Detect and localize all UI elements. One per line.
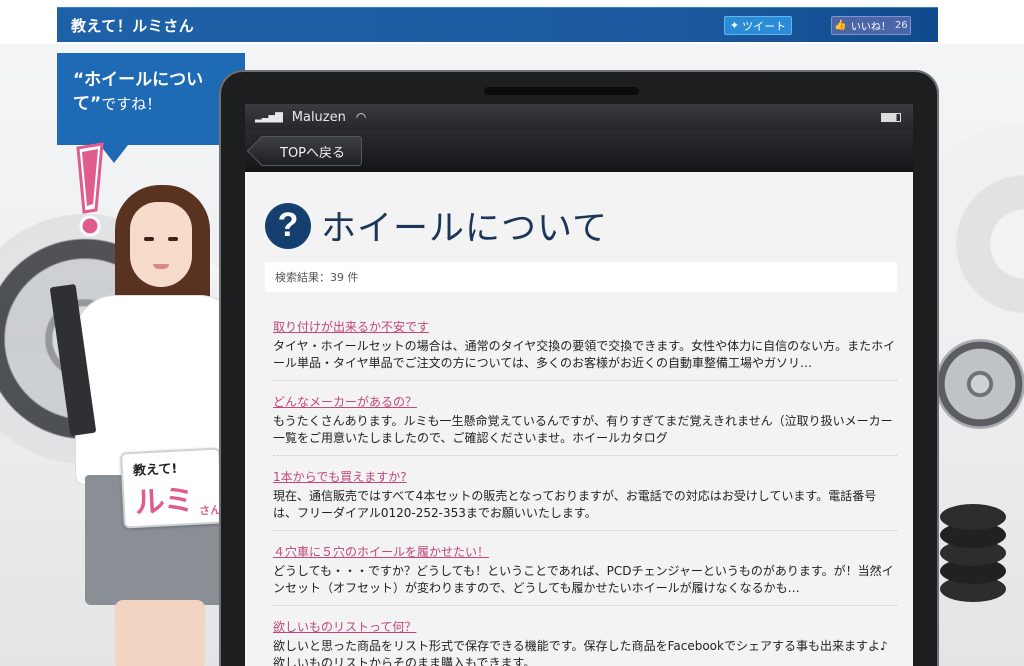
speech-bubble: “ホイールについて”ですね！ — [57, 53, 245, 145]
back-arrow-icon — [246, 136, 276, 166]
content-screen: ? ホイールについて 検索結果：39 件 取り付けが出来るか不安です タイヤ・ホ… — [245, 172, 913, 666]
page-title: ホイールについて — [321, 209, 608, 249]
twitter-bird-icon: ✦ — [729, 19, 740, 32]
rim-illustration — [935, 339, 1024, 429]
faq-answer: 欲しいと思った商品をリスト形式で保存できる機能です。保存した商品をFaceboo… — [273, 639, 888, 666]
search-result-count: 検索結果：39 件 — [265, 262, 897, 292]
like-label: いいね！ — [850, 22, 891, 33]
mouth — [153, 264, 169, 269]
tweet-label: ツイート — [742, 19, 787, 33]
like-button[interactable]: 👍 いいね！ 26 — [831, 16, 911, 35]
faq-answer: どうしても・・・ですか？どうしても！ということであれば、PCDチェンジャーという… — [273, 564, 894, 595]
wifi-icon: ◠ — [355, 110, 367, 124]
faq-list: 取り付けが出来るか不安です タイヤ・ホイールセットの場合は、通常のタイヤ交換の要… — [273, 312, 897, 666]
page-heading: ? ホイールについて — [265, 200, 608, 251]
faq-question-link[interactable]: どんなメーカーがあるの？ — [273, 393, 897, 410]
site-title[interactable]: 教えて！ルミさん — [71, 15, 194, 36]
faq-answer: タイヤ・ホイールセットの場合は、通常のタイヤ交換の要領で交換できます。女性や体力… — [273, 339, 896, 370]
faq-item: 取り付けが出来るか不安です タイヤ・ホイールセットの場合は、通常のタイヤ交換の要… — [273, 312, 897, 381]
tablet-frame: ▂▃▅▇ Maluzen ◠ TOPへ戻る ? ホイールについて 検索結果：39… — [219, 70, 939, 666]
faq-item: どんなメーカーがあるの？ もうたくさんあります。ルミも一生懸命覚えているんですが… — [273, 387, 897, 456]
question-icon: ? — [265, 202, 311, 249]
character-face — [130, 202, 192, 287]
nav-bar: TOPへ戻る — [245, 130, 913, 172]
back-label: TOPへ戻る — [280, 145, 346, 161]
site-header: 教えて！ルミさん ✦ ツイート 👍 いいね！ 26 — [57, 7, 938, 42]
left-eye — [144, 237, 154, 241]
character-legs — [115, 600, 205, 666]
faq-question-link[interactable]: ４穴車に５穴のホイールを履かせたい！ — [273, 543, 897, 560]
back-to-top-button[interactable]: TOPへ戻る — [246, 136, 363, 166]
status-bar: ▂▃▅▇ Maluzen ◠ — [245, 104, 913, 130]
battery-icon — [881, 113, 901, 122]
faq-answer: もうたくさんあります。ルミも一生懸命覚えているんですが、有りすぎてまだ覚えきれま… — [273, 414, 893, 445]
faq-answer: 現在、通信販売ではすべて4本セットの販売となっておりますが、お電話での対応はお受… — [273, 489, 877, 520]
tire-stack-illustration — [940, 504, 1006, 530]
tweet-button[interactable]: ✦ ツイート — [724, 16, 792, 35]
badge-main-text: ルミ — [133, 482, 194, 521]
exclamation-icon — [76, 142, 104, 237]
faq-question-link[interactable]: 取り付けが出来るか不安です — [273, 318, 897, 335]
like-count: 26 — [894, 20, 908, 31]
faq-item: ４穴車に５穴のホイールを履かせたい！ どうしても・・・ですか？どうしても！という… — [273, 537, 897, 606]
right-eye — [168, 237, 178, 241]
mascot-character: 教えて! ルミ さん — [40, 140, 240, 666]
tablet-speaker — [484, 87, 639, 95]
signal-icon: ▂▃▅▇ — [255, 111, 283, 123]
name-badge: 教えて! ルミ さん — [120, 447, 224, 529]
faq-question-link[interactable]: 1本からでも買えますか? — [273, 468, 897, 485]
faq-question-link[interactable]: 欲しいものリストって何？ — [273, 618, 897, 635]
faq-item: 欲しいものリストって何？ 欲しいと思った商品をリスト形式で保存できる機能です。保… — [273, 612, 897, 666]
thumbs-up-icon: 👍 — [834, 20, 847, 31]
bubble-suffix: ですね！ — [101, 95, 162, 113]
carrier-name: Maluzen — [291, 109, 346, 125]
faq-item: 1本からでも買えますか? 現在、通信販売ではすべて4本セットの販売となっておりま… — [273, 462, 897, 531]
